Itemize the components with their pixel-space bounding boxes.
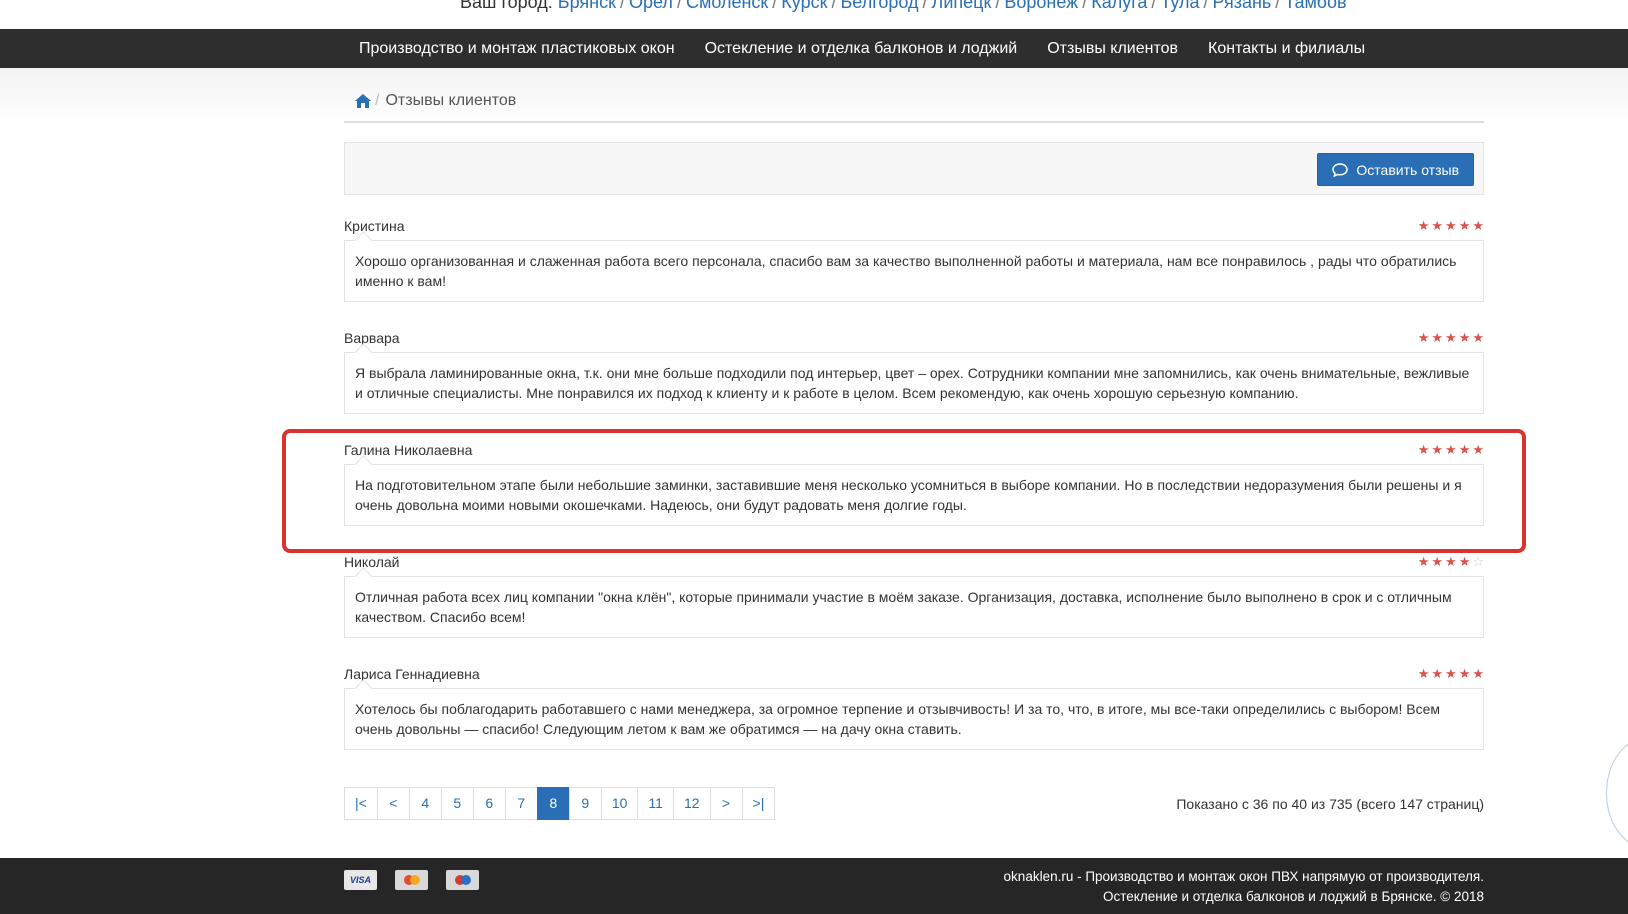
reviews-toolbar: Оставить отзыв — [344, 142, 1484, 195]
city-link[interactable]: Воронеж — [1004, 0, 1078, 12]
visa-card-icon: VISA — [344, 870, 377, 890]
nav-item-balconies[interactable]: Остекление и отделка балконов и лоджий — [690, 29, 1033, 68]
city-prefix: Ваш город: — [460, 0, 553, 12]
city-separator: / — [772, 0, 778, 12]
footer-line-2: Остекление и отделка балконов и лоджий в… — [1103, 889, 1484, 904]
star-icon: ★ — [1445, 330, 1457, 345]
pagination-page[interactable]: 5 — [440, 787, 474, 820]
review-text: Я выбрала ламинированные окна, т.к. они … — [344, 352, 1484, 414]
star-icon: ★ — [1445, 666, 1457, 681]
footer-line-1: oknaklen.ru - Производство и монтаж окон… — [1003, 869, 1484, 884]
review-text: Отличная работа всех лиц компании "окна … — [344, 576, 1484, 638]
city-link[interactable]: Тамбов — [1284, 0, 1346, 12]
city-link[interactable]: Калуга — [1091, 0, 1147, 12]
star-icon: ★ — [1431, 666, 1444, 681]
home-icon[interactable] — [355, 94, 371, 108]
pagination-page[interactable]: 11 — [637, 787, 674, 820]
pagination-page-active[interactable]: 8 — [536, 787, 570, 820]
star-icon: ★ — [1431, 554, 1444, 569]
breadcrumb-divider — [344, 121, 1484, 123]
city-separator: / — [995, 0, 1001, 12]
review-rating: ★ ★ ★ ★ ★ — [1418, 667, 1484, 681]
star-icon: ★ — [1445, 218, 1457, 233]
pagination-page[interactable]: 6 — [472, 787, 506, 820]
city-separator: / — [619, 0, 625, 12]
star-icon: ★ — [1472, 218, 1484, 233]
city-separator: / — [1151, 0, 1157, 12]
star-icon: ★ — [1458, 554, 1471, 569]
star-icon: ★ — [1431, 218, 1444, 233]
leave-review-button[interactable]: Оставить отзыв — [1317, 153, 1474, 186]
pagination-next[interactable]: > — [709, 787, 743, 820]
star-icon: ★ — [1458, 218, 1471, 233]
review-author: Николай — [344, 554, 400, 570]
breadcrumb: / Отзывы клиентов — [344, 88, 516, 114]
pagination-first[interactable]: |< — [344, 787, 378, 820]
review-author: Варвара — [344, 330, 400, 346]
city-link[interactable]: Орел — [629, 0, 673, 12]
city-separator: / — [1082, 0, 1088, 12]
review-rating: ★ ★ ★ ★ ☆ — [1418, 555, 1484, 569]
review-rating: ★ ★ ★ ★ ★ — [1418, 331, 1484, 345]
main-navbar: Производство и монтаж пластиковых окон О… — [0, 29, 1628, 68]
star-icon: ★ — [1458, 666, 1471, 681]
breadcrumb-current: Отзывы клиентов — [385, 92, 517, 109]
review-author: Кристина — [344, 218, 405, 234]
review-rating: ★ ★ ★ ★ ★ — [1418, 219, 1484, 233]
footer-text: oknaklen.ru - Производство и монтаж окон… — [1004, 867, 1484, 907]
pagination-page[interactable]: 10 — [600, 787, 639, 820]
star-icon: ★ — [1472, 330, 1484, 345]
header-shadow — [0, 68, 1628, 128]
review-text: Хорошо организованная и слаженная работа… — [344, 240, 1484, 302]
city-link[interactable]: Тула — [1160, 0, 1199, 12]
city-link[interactable]: Белгород — [840, 0, 918, 12]
star-icon: ★ — [1417, 666, 1430, 681]
pagination-page[interactable]: 7 — [504, 787, 538, 820]
star-icon: ★ — [1431, 330, 1444, 345]
nav-item-windows[interactable]: Производство и монтаж пластиковых окон — [344, 29, 690, 68]
city-separator: / — [922, 0, 928, 12]
city-bar: Ваш город: Брянск / Орел / Смоленск / Курск / Бе… — [0, 0, 1628, 29]
pagination-last[interactable]: >| — [741, 787, 776, 820]
city-link[interactable]: Смоленск — [686, 0, 768, 12]
footer: VISA oknaklen.ru - Производство и монтаж… — [0, 858, 1628, 914]
pagination-page[interactable]: 4 — [408, 787, 442, 820]
city-separator: / — [831, 0, 837, 12]
pagination-prev[interactable]: < — [376, 787, 410, 820]
city-link[interactable]: Липецк — [932, 0, 992, 12]
breadcrumb-separator: / — [375, 92, 380, 109]
review-text: Хотелось бы поблагодарить работавшего с … — [344, 688, 1484, 750]
maestro-icon — [446, 870, 479, 890]
leave-review-label: Оставить отзыв — [1356, 161, 1459, 178]
pagination-info: Показано с 36 по 40 из 735 (всего 147 ст… — [1176, 796, 1484, 812]
city-separator: / — [676, 0, 682, 12]
star-icon: ★ — [1458, 330, 1471, 345]
star-icon: ★ — [1417, 554, 1430, 569]
highlight-box — [282, 429, 1526, 553]
star-icon: ★ — [1417, 218, 1430, 233]
city-link[interactable]: Рязань — [1213, 0, 1272, 12]
nav-item-contacts[interactable]: Контакты и филиалы — [1193, 29, 1380, 68]
pagination-page[interactable]: 9 — [568, 787, 602, 820]
star-icon: ★ — [1445, 554, 1457, 569]
pagination-page[interactable]: 12 — [672, 787, 711, 820]
city-list: Ваш город: Брянск / Орел / Смоленск / Курск / Бе… — [460, 0, 1347, 13]
star-icon: ☆ — [1472, 554, 1484, 569]
city-link[interactable]: Курск — [781, 0, 827, 12]
floating-widget-edge[interactable] — [1606, 738, 1628, 848]
city-separator: / — [1275, 0, 1281, 12]
mastercard-icon — [395, 870, 428, 890]
pagination: |< < 4 5 6 7 8 9 10 11 12 > >| — [344, 787, 776, 820]
star-icon: ★ — [1417, 330, 1430, 345]
comment-icon — [1332, 162, 1349, 177]
star-icon: ★ — [1472, 666, 1484, 681]
payment-cards: VISA — [344, 870, 479, 890]
city-separator: / — [1203, 0, 1209, 12]
city-link[interactable]: Брянск — [558, 0, 616, 12]
nav-item-reviews[interactable]: Отзывы клиентов — [1032, 29, 1193, 68]
